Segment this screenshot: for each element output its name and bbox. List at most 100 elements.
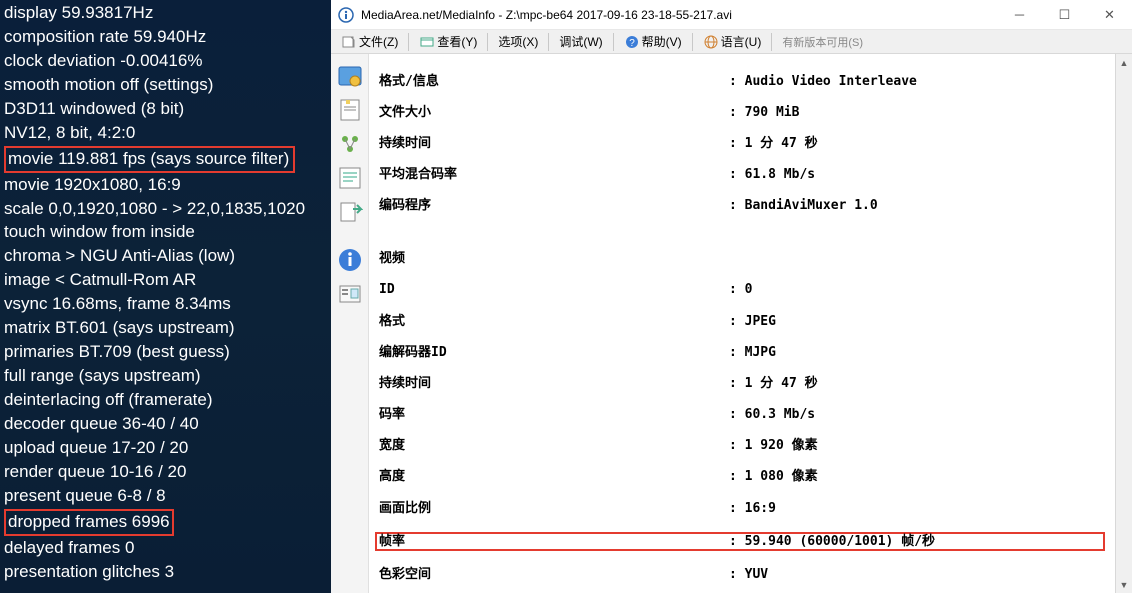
tool-options[interactable]	[334, 278, 366, 310]
menu-view[interactable]: 查看(Y)	[413, 31, 483, 53]
field-sep: :	[729, 167, 745, 183]
menu-separator	[613, 33, 614, 51]
menu-options-label: 选项(X)	[498, 33, 538, 50]
tool-easy-view[interactable]	[334, 60, 366, 92]
osd-highlight-fps: movie 119.881 fps (says source filter)	[4, 146, 295, 173]
field-value: Audio Video Interleave	[745, 74, 917, 90]
field-key: 编解码器ID	[379, 345, 729, 361]
scroll-up-arrow[interactable]: ▲	[1116, 54, 1132, 71]
highlight-fps-row: 帧率: 59.940 (60000/1001) 帧/秒	[375, 532, 1105, 552]
mediainfo-text-view[interactable]: 格式/信息: Audio Video Interleave 文件大小: 790 …	[369, 54, 1115, 593]
field-key: 持续时间	[379, 376, 729, 392]
field-sep: :	[729, 376, 745, 392]
menu-bar: 文件(Z) 查看(Y) 选项(X) 调试(W) ? 帮助(V) 语言(U) 有新…	[331, 30, 1132, 54]
osd-line: present queue 6-8 / 8	[4, 485, 327, 508]
osd-line: smooth motion off (settings)	[4, 74, 327, 97]
menu-language[interactable]: 语言(U)	[697, 31, 768, 53]
field-sep: :	[729, 407, 745, 423]
menu-update[interactable]: 有新版本可用(S)	[776, 31, 869, 53]
field-sep: :	[729, 345, 745, 361]
field-sep: :	[729, 501, 745, 517]
osd-line: scale 0,0,1920,1080 - > 22,0,1835,1020	[4, 198, 327, 221]
osd-line: NV12, 8 bit, 4:2:0	[4, 122, 327, 145]
osd-line: upload queue 17-20 / 20	[4, 437, 327, 460]
field-sep: :	[729, 314, 745, 330]
field-value: 59.940 (60000/1001) 帧/秒	[745, 534, 935, 550]
video-renderer-osd: display 59.93817Hz composition rate 59.9…	[0, 0, 331, 593]
menu-file-label: 文件(Z)	[359, 33, 398, 50]
osd-line: deinterlacing off (framerate)	[4, 389, 327, 412]
field-key: 码率	[379, 407, 729, 423]
menu-separator	[548, 33, 549, 51]
field-value: 16:9	[745, 501, 776, 517]
field-key: 画面比例	[379, 501, 729, 517]
field-key: 格式/信息	[379, 74, 729, 90]
osd-line: decoder queue 36-40 / 40	[4, 413, 327, 436]
window-title: MediaArea.net/MediaInfo - Z:\mpc-be64 20…	[361, 8, 997, 22]
menu-debug[interactable]: 调试(W)	[553, 31, 608, 53]
osd-line: movie 1920x1080, 16:9	[4, 174, 327, 197]
field-sep: :	[729, 282, 745, 298]
scroll-down-arrow[interactable]: ▼	[1116, 576, 1132, 593]
field-value: JPEG	[745, 314, 776, 330]
menu-view-label: 查看(Y)	[437, 33, 477, 50]
field-key: 宽度	[379, 438, 729, 454]
mediainfo-window: MediaArea.net/MediaInfo - Z:\mpc-be64 20…	[331, 0, 1132, 593]
osd-line: delayed frames 0	[4, 537, 327, 560]
osd-line: display 59.93817Hz	[4, 2, 327, 25]
osd-line: full range (says upstream)	[4, 365, 327, 388]
field-value: 790 MiB	[745, 105, 800, 121]
file-icon	[341, 34, 357, 50]
help-icon: ?	[624, 34, 640, 50]
field-sep: :	[729, 534, 745, 550]
menu-options[interactable]: 选项(X)	[492, 31, 544, 53]
menu-separator	[408, 33, 409, 51]
field-value: MJPG	[745, 345, 776, 361]
osd-line: touch window from inside	[4, 221, 327, 244]
maximize-button[interactable]: ☐	[1042, 0, 1087, 30]
minimize-button[interactable]: ─	[997, 0, 1042, 30]
menu-help[interactable]: ? 帮助(V)	[618, 31, 688, 53]
field-sep: :	[729, 136, 745, 152]
field-value: 1 分 47 秒	[745, 376, 818, 392]
field-key: 帧率	[379, 534, 729, 550]
svg-text:?: ?	[629, 38, 635, 49]
tool-tree-view[interactable]	[334, 128, 366, 160]
osd-line: image < Catmull-Rom AR	[4, 269, 327, 292]
field-sep: :	[729, 469, 745, 485]
field-key: 高度	[379, 469, 729, 485]
vertical-scrollbar[interactable]: ▲ ▼	[1115, 54, 1132, 593]
field-value: 1 920 像素	[745, 438, 818, 454]
field-key: 编码程序	[379, 198, 729, 214]
tool-sheet-view[interactable]	[334, 94, 366, 126]
field-sep: :	[729, 567, 745, 583]
osd-line: primaries BT.709 (best guess)	[4, 341, 327, 364]
osd-line: chroma > NGU Anti-Alias (low)	[4, 245, 327, 268]
tool-about[interactable]	[334, 244, 366, 276]
field-value: 1 080 像素	[745, 469, 818, 485]
field-value: 61.8 Mb/s	[745, 167, 815, 183]
osd-line: render queue 10-16 / 20	[4, 461, 327, 484]
tool-export[interactable]	[334, 196, 366, 228]
osd-line: matrix BT.601 (says upstream)	[4, 317, 327, 340]
menu-debug-label: 调试(W)	[559, 33, 602, 50]
globe-icon	[703, 34, 719, 50]
window-titlebar[interactable]: MediaArea.net/MediaInfo - Z:\mpc-be64 20…	[331, 0, 1132, 30]
osd-line: clock deviation -0.00416%	[4, 50, 327, 73]
menu-language-label: 语言(U)	[721, 33, 762, 50]
close-button[interactable]: ✕	[1087, 0, 1132, 30]
menu-separator	[692, 33, 693, 51]
view-icon	[419, 34, 435, 50]
menu-file[interactable]: 文件(Z)	[335, 31, 404, 53]
menu-separator	[487, 33, 488, 51]
field-sep: :	[729, 105, 745, 121]
osd-line: vsync 16.68ms, frame 8.34ms	[4, 293, 327, 316]
menu-separator	[771, 33, 772, 51]
field-value: 0	[745, 282, 753, 298]
osd-line: presentation glitches 3	[4, 561, 327, 584]
tool-text-view[interactable]	[334, 162, 366, 194]
osd-highlight-dropped: dropped frames 6996	[4, 509, 174, 536]
menu-help-label: 帮助(V)	[642, 33, 682, 50]
scroll-track[interactable]	[1116, 71, 1132, 576]
osd-line: composition rate 59.940Hz	[4, 26, 327, 49]
